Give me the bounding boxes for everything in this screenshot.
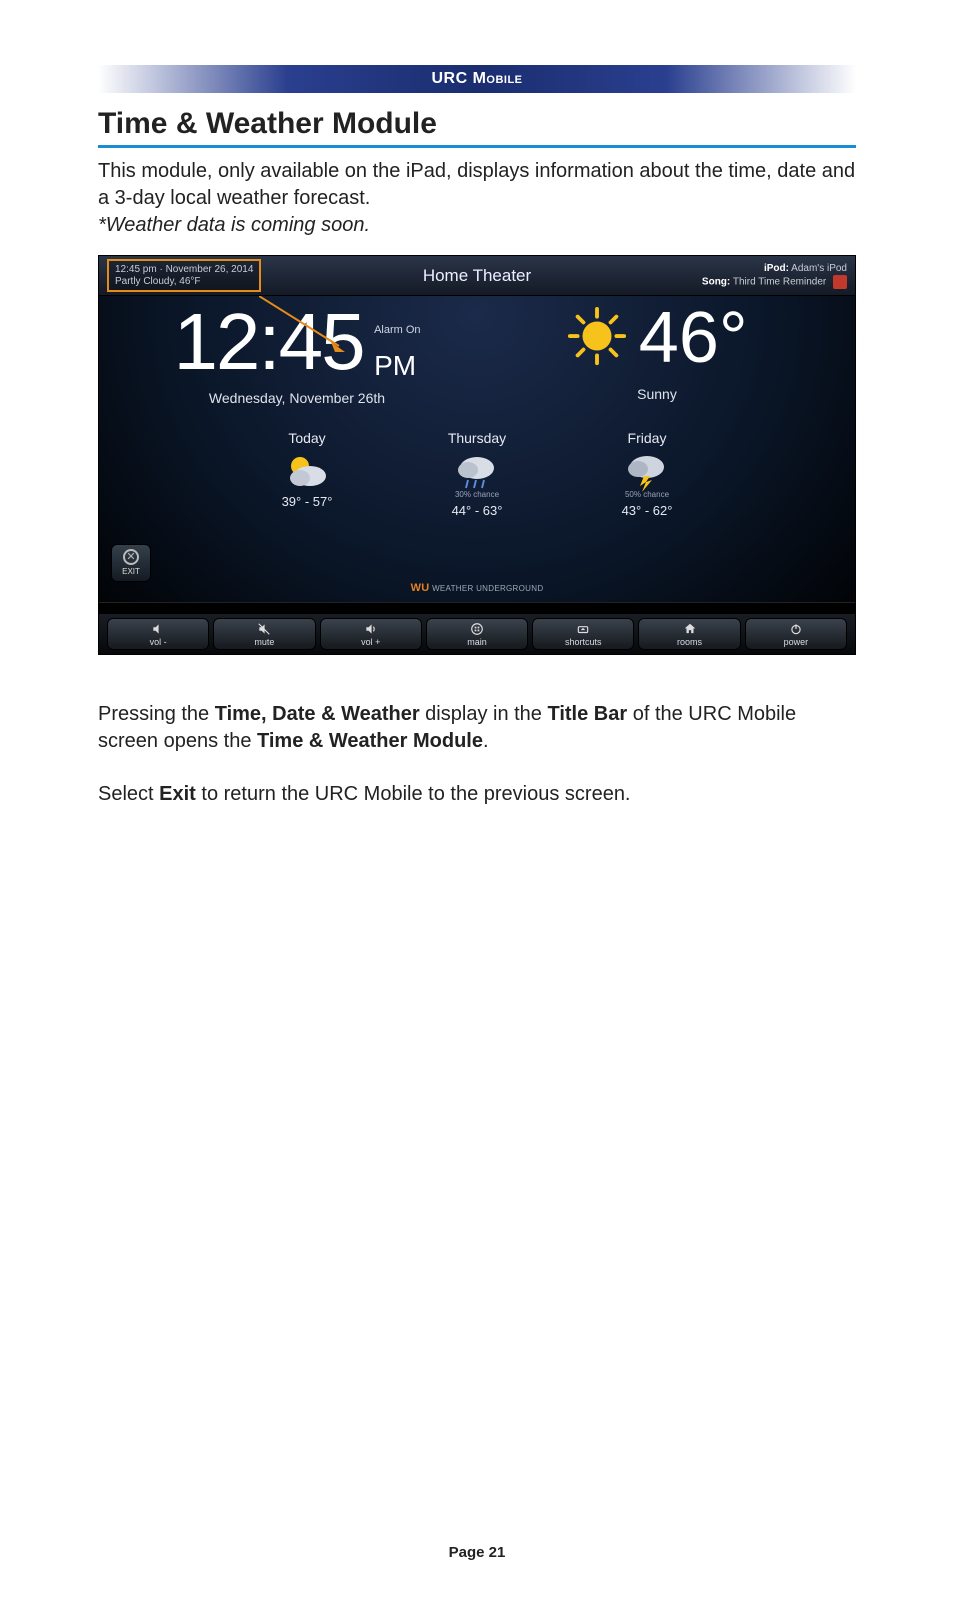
forecast-range: 44° - 63° [422,503,532,518]
titlebar-weather: Partly Cloudy, 46°F [115,276,253,288]
btn-label: shortcuts [565,637,602,647]
home-icon [683,622,697,636]
paragraph-1: Pressing the Time, Date & Weather displa… [98,701,856,755]
speaker-icon [151,622,165,636]
power-button[interactable]: power [745,618,847,650]
wu-text: WEATHER UNDERGROUND [432,584,543,593]
ipod-value: Adam's iPod [791,263,847,274]
big-time: 12:45 [173,302,363,382]
ipod-label: iPod: [764,263,789,274]
exit-button[interactable]: ✕ EXIT [111,544,151,582]
bottom-toolbar: vol - mute vol + main shortcuts rooms [99,614,855,654]
forecast-chance: 50% chance [592,490,702,499]
forecast-thursday: Thursday 30% chance 44° - 63° [422,430,532,518]
paragraph-2: Select Exit to return the URC Mobile to … [98,781,856,808]
mute-button[interactable]: mute [213,618,315,650]
weather-credit: WU WEATHER UNDERGROUND [99,582,855,594]
main-button[interactable]: main [426,618,528,650]
forecast-day: Today [252,430,362,446]
forecast-day: Friday [592,430,702,446]
partly-cloudy-icon [252,450,362,494]
storm-icon [592,450,702,494]
mute-icon [257,622,271,636]
app-title-bar: 12:45 pm · November 26, 2014 Partly Clou… [99,256,855,296]
section-title: Time & Weather Module [98,107,856,148]
forecast-day: Thursday [422,430,532,446]
forecast-range: 43° - 62° [592,503,702,518]
alarm-label: Alarm On [374,324,420,336]
sun-icon [566,305,628,372]
speaker-icon [364,622,378,636]
forecast-chance: 30% chance [422,490,532,499]
grid-icon [470,622,484,636]
body-copy: Pressing the Time, Date & Weather displa… [98,701,856,808]
forecast-range: 39° - 57° [252,494,362,509]
vol-up-button[interactable]: vol + [320,618,422,650]
btn-label: main [467,637,487,647]
shortcuts-button[interactable]: shortcuts [532,618,634,650]
music-icon [833,275,847,289]
btn-label: vol - [150,637,167,647]
btn-label: power [784,637,809,647]
app-screenshot: 12:45 pm · November 26, 2014 Partly Clou… [98,255,856,655]
exit-label: EXIT [122,567,140,576]
time-weather-callout[interactable]: 12:45 pm · November 26, 2014 Partly Clou… [107,259,261,292]
song-value: Third Time Reminder [733,277,826,288]
doc-header-bar: URC Mobile [98,65,856,93]
big-temp: 46° [639,302,748,374]
arrow-up-icon [576,622,590,636]
doc-header-text: URC Mobile [431,70,522,87]
forecast-row: Today 39° - 57° Thursday 30% chance 44° … [99,430,855,518]
wu-logo: WU [411,582,430,594]
forecast-today: Today 39° - 57° [252,430,362,518]
vol-down-button[interactable]: vol - [107,618,209,650]
titlebar-time-date: 12:45 pm · November 26, 2014 [115,264,253,276]
power-icon [789,622,803,636]
section-intro: This module, only available on the iPad,… [98,158,856,212]
btn-label: vol + [361,637,380,647]
now-playing-info: iPod: Adam's iPod Song: Third Time Remin… [702,262,847,289]
condition-label: Sunny [477,386,837,402]
ampm-label: PM [374,350,416,381]
forecast-friday: Friday 50% chance 43° - 62° [592,430,702,518]
date-line: Wednesday, November 26th [117,390,477,406]
clock-panel: 12:45 Alarm On PM Wednesday, November 26… [117,302,477,406]
btn-label: rooms [677,637,702,647]
current-weather-panel: 46° Sunny [477,302,837,406]
btn-label: mute [254,637,274,647]
song-label: Song: [702,277,730,288]
section-note: *Weather data is coming soon. [98,214,856,237]
close-icon: ✕ [123,549,139,565]
page-number: Page 21 [0,1544,954,1561]
rain-icon [422,450,532,494]
rooms-button[interactable]: rooms [638,618,740,650]
